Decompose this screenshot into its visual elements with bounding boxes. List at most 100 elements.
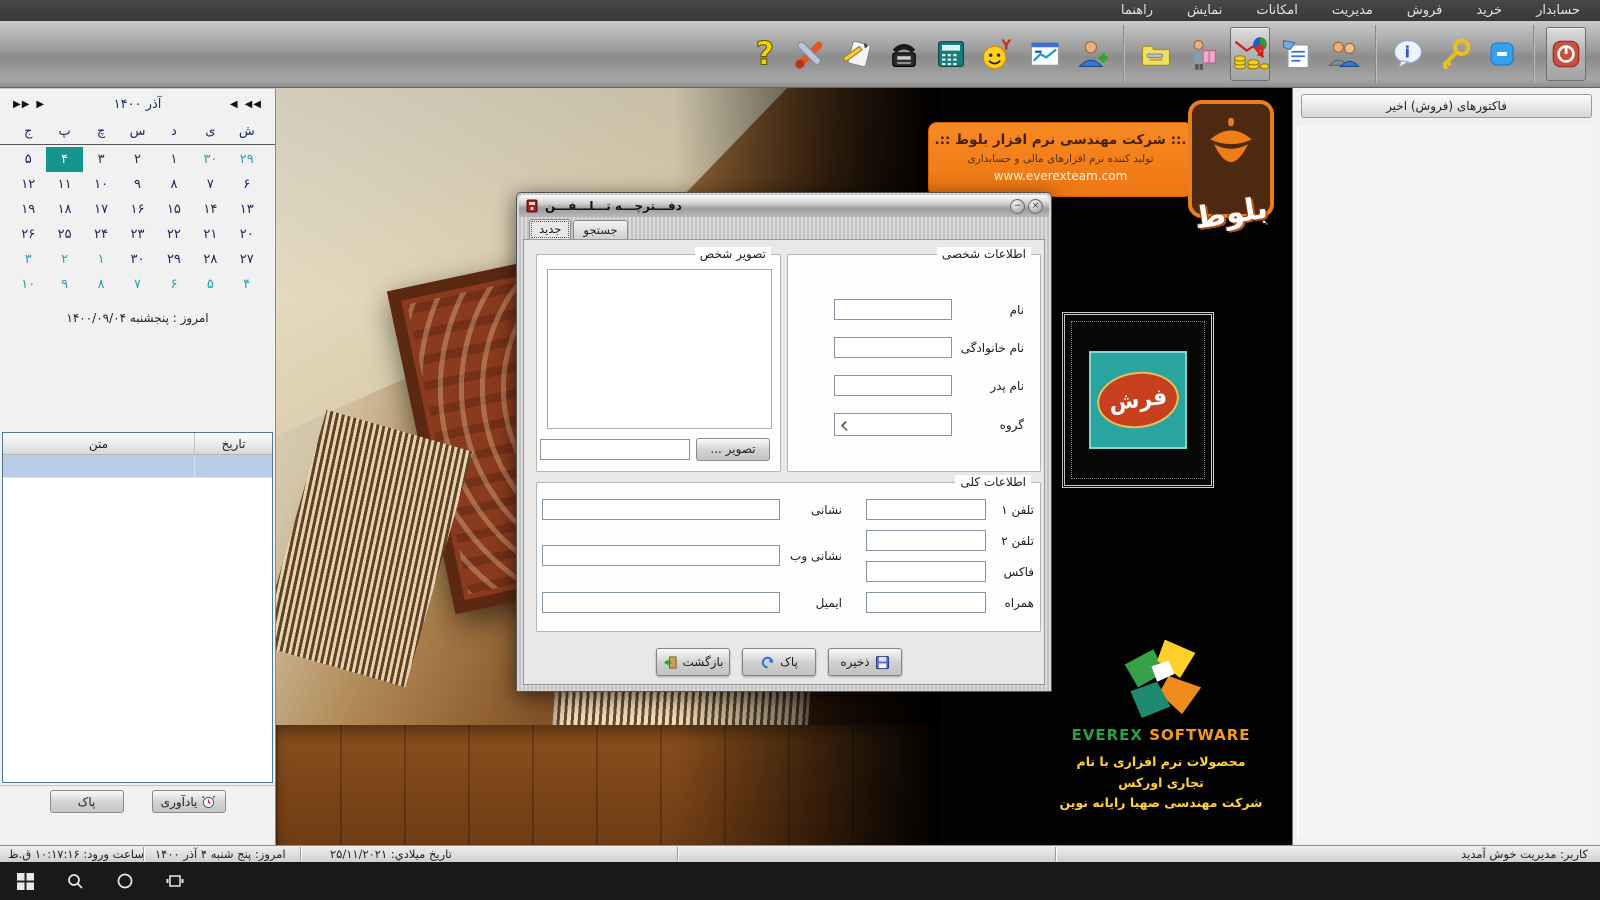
calendar-day[interactable]: ۲۷ [229,247,265,272]
calendar-day[interactable]: ۲۲ [156,222,192,247]
fathername-field[interactable] [834,375,952,396]
calendar-day[interactable]: ۲۴ [83,222,119,247]
calendar-day[interactable]: ۱ [83,247,119,272]
photo-path-input[interactable] [540,439,690,460]
calendar-day[interactable]: ۱۰ [10,272,46,297]
calendar-day[interactable]: ۱۰ [83,172,119,197]
messenger-icon[interactable]: Y [978,27,1018,81]
calendar-day[interactable]: ۳ [10,247,46,272]
calendar-day[interactable]: ۹ [46,272,82,297]
calendar-day[interactable]: ۶ [156,272,192,297]
calendar-day[interactable]: ۱۸ [46,197,82,222]
start-button[interactable] [14,870,36,892]
cortana-button[interactable] [114,870,136,892]
cash-chart-icon[interactable] [1230,27,1270,81]
recent-invoices-list[interactable] [1297,126,1592,839]
calendar-day[interactable]: ۲۶ [10,222,46,247]
fax-icon[interactable] [884,27,924,81]
write-icon[interactable] [837,27,877,81]
calendar-day[interactable]: ۲۵ [46,222,82,247]
email-field[interactable] [542,592,780,613]
taskbar-search-button[interactable] [64,870,86,892]
minimize-icon[interactable] [1482,27,1522,81]
key-icon[interactable] [1435,27,1475,81]
tools-icon[interactable] [790,27,830,81]
mobile-field[interactable] [866,592,986,613]
menu-item-accounting[interactable]: حسابدار [1532,2,1584,19]
calendar-day[interactable]: ۲۱ [192,222,228,247]
calendar-day[interactable]: ۷ [192,172,228,197]
calendar-day[interactable]: ۲۳ [119,222,155,247]
calendar-day[interactable]: ۴ [229,272,265,297]
calendar-day[interactable]: ۱۹ [10,197,46,222]
calendar-day[interactable]: ۲۹ [156,247,192,272]
next-year-arrow-icon[interactable]: ▶▶ [10,99,33,110]
info-icon[interactable]: i [1388,27,1428,81]
folder-tools-icon[interactable] [1136,27,1176,81]
calendar-day[interactable]: ۱۵ [156,197,192,222]
calendar-day[interactable]: ۱۶ [119,197,155,222]
chart-icon[interactable] [1025,27,1065,81]
calendar-day[interactable]: ۱۱ [46,172,82,197]
dialog-minimize-button[interactable]: − [1010,199,1025,214]
calendar-day[interactable]: ۳۰ [119,247,155,272]
add-user-icon[interactable] [1072,27,1112,81]
tab-new[interactable]: جدید [529,219,571,240]
menu-item-sales[interactable]: فروش [1403,2,1447,19]
clear-button[interactable]: پاک [50,790,124,813]
calendar-day[interactable]: ۸ [156,172,192,197]
menu-item-management[interactable]: مدیریت [1328,2,1377,19]
task-view-button[interactable] [164,870,186,892]
menu-item-tools[interactable]: امکانات [1252,2,1302,19]
power-icon[interactable] [1546,27,1586,81]
document-hand-icon[interactable] [1277,27,1317,81]
prev-month-arrow-icon[interactable]: ◀ [227,99,242,110]
calendar-day[interactable]: ۹ [119,172,155,197]
save-button[interactable]: ذخیره [828,648,902,676]
next-month-arrow-icon[interactable]: ▶ [33,99,48,110]
calendar-day[interactable]: ۱۷ [83,197,119,222]
photo-browse-button[interactable]: تصویر ... [696,438,770,461]
reminder-button[interactable]: یادآوری [152,790,226,813]
website-field[interactable] [542,545,780,566]
phone1-field[interactable] [866,499,986,520]
dialog-close-button[interactable]: × [1028,199,1043,214]
people-icon[interactable] [1324,27,1364,81]
menu-item-help[interactable]: راهنما [1117,2,1157,19]
delivery-icon[interactable] [1183,27,1223,81]
help-icon[interactable]: ? [743,27,783,81]
table-row[interactable] [3,455,272,478]
fax-field[interactable] [866,561,986,582]
calendar-day[interactable]: ۲۰ [229,222,265,247]
menu-item-view[interactable]: نمایش [1183,2,1226,19]
calculator-icon[interactable] [931,27,971,81]
tab-search[interactable]: جستجو [573,220,627,241]
phone2-field[interactable] [866,530,986,551]
calendar-day[interactable]: ۱۴ [192,197,228,222]
calendar-day[interactable]: ۵ [192,272,228,297]
dialog-titlebar[interactable]: دفـــترچـــه تـــلـــفـــن − × [519,195,1049,217]
calendar-day[interactable]: ۲۸ [192,247,228,272]
group-select[interactable] [834,413,952,436]
reminders-table[interactable]: تاریخ متن [2,432,273,783]
back-button[interactable]: بازگشت [656,648,730,676]
calendar-day[interactable]: ۱۲ [10,172,46,197]
calendar-day[interactable]: ۶ [229,172,265,197]
lastname-field[interactable] [834,337,952,358]
calendar-day[interactable]: ۲۹ [229,147,265,172]
recent-invoices-header[interactable]: فاکتورهای (فروش) اخیر [1301,94,1592,118]
address-field[interactable] [542,499,780,520]
calendar-day[interactable]: ۷ [119,272,155,297]
calendar-day[interactable]: ۱۳ [229,197,265,222]
calendar-day[interactable]: ۵ [10,147,46,172]
calendar-day[interactable]: ۲ [119,147,155,172]
calendar-day[interactable]: ۱ [156,147,192,172]
name-field[interactable] [834,299,952,320]
calendar-day[interactable]: ۳ [83,147,119,172]
menu-item-purchase[interactable]: خرید [1472,2,1506,19]
calendar-day[interactable]: ۲ [46,247,82,272]
calendar-day[interactable]: ۳۰ [192,147,228,172]
clear-form-button[interactable]: پاک [742,648,816,676]
calendar-day[interactable]: ۴ [46,147,82,172]
prev-year-arrow-icon[interactable]: ◀◀ [242,99,265,110]
